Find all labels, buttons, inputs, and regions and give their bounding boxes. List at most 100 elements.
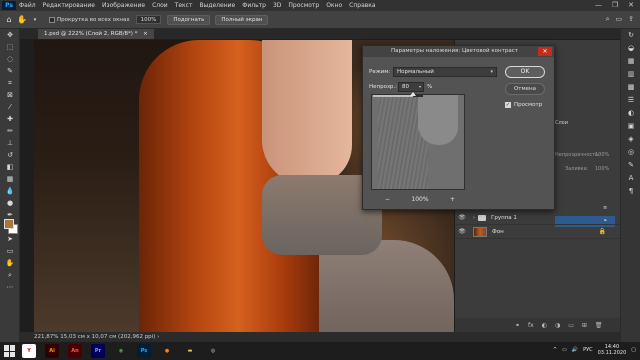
foreground-color-swatch[interactable] [4,219,14,229]
language-indicator[interactable]: РУС [583,347,593,353]
mask-icon[interactable]: ◐ [542,322,547,329]
eraser-tool-icon[interactable]: ◧ [0,161,20,173]
fx-icon[interactable]: fx [528,322,534,329]
menu-help[interactable]: Справка [349,2,375,9]
blend-mode-select[interactable]: Нормальный ▾ [393,67,497,77]
color-icon[interactable]: ◒ [621,42,640,55]
crop-tool-icon[interactable]: ⌗ [0,77,20,89]
healing-brush-tool-icon[interactable]: ✚ [0,113,20,125]
history-icon[interactable]: ↻ [621,29,640,42]
zoom-tool-icon[interactable]: ⌕ [0,269,20,281]
ok-button[interactable]: OK [505,66,545,78]
layer-row-background[interactable]: 👁 Фон 🔒 [455,225,620,239]
libraries-icon[interactable]: ▣ [621,120,640,133]
zoom-input[interactable]: 100% [135,15,162,24]
paths-icon[interactable]: ✎ [621,159,640,172]
frame-tool-icon[interactable]: ⊠ [0,89,20,101]
gradient-tool-icon[interactable]: ▦ [0,173,20,185]
dodge-tool-icon[interactable]: ● [0,197,20,209]
patterns-icon[interactable]: ▩ [621,81,640,94]
minimize-icon[interactable]: — [595,1,602,9]
maximize-icon[interactable]: ❐ [612,1,618,9]
move-tool-icon[interactable]: ✥ [0,29,20,41]
adjustments-icon[interactable]: ◐ [621,107,640,120]
chrome-icon[interactable]: ◉ [114,344,128,358]
firefox-icon[interactable]: ● [160,344,174,358]
eye-icon[interactable]: 👁 [457,214,467,221]
link-layers-icon[interactable]: ⚭ [515,322,520,329]
menu-layers[interactable]: Слои [152,2,168,9]
chevron-down-icon[interactable]: ▾ [30,15,40,25]
marquee-tool-icon[interactable]: ⬚ [0,41,20,53]
animate-icon[interactable]: An [68,344,82,358]
opacity-slider[interactable] [373,92,423,97]
menu-view[interactable]: Просмотр [288,2,319,9]
layer-opacity-value[interactable]: 100% [595,152,609,158]
document-tab[interactable]: 1.psd @ 222% (Слой 2, RGB/8*) * × [38,29,154,39]
new-layer-icon[interactable]: ⊞ [582,322,587,329]
opacity-input[interactable]: 80 ▾ [398,82,424,92]
menu-edit[interactable]: Редактирование [43,2,95,9]
rectangle-tool-icon[interactable]: ▭ [0,245,20,257]
menu-select[interactable]: Выделение [199,2,235,9]
scroll-all-checkbox[interactable] [49,16,55,23]
layers-icon[interactable]: ◈ [621,133,640,146]
fit-screen-button[interactable]: Подогнать [167,14,211,25]
hand-tool-icon[interactable]: ✋ [17,15,27,25]
opacity-slider-thumb[interactable] [410,92,416,96]
trash-icon[interactable]: 🗑 [595,322,603,329]
hand-tool-side-icon[interactable]: ✋ [0,257,20,269]
workspace-icon[interactable]: ▭ [616,15,623,24]
adjustment-icon[interactable]: ◑ [555,322,560,329]
close-tab-icon[interactable]: × [143,31,148,37]
paragraph-icon[interactable]: ¶ [621,185,640,198]
eye-icon[interactable]: 👁 [457,228,467,235]
volume-icon[interactable]: 🔊 [572,347,578,353]
fill-screen-button[interactable]: Полный экран [215,14,269,25]
home-icon[interactable]: ⌂ [4,15,14,25]
more-tools-icon[interactable]: ⋯ [0,281,20,293]
zoom-out-icon[interactable]: − [385,196,390,203]
preview-checkbox-row[interactable]: ✓ Просмотр [505,102,542,108]
menu-image[interactable]: Изображение [102,2,145,9]
tray-chevron-icon[interactable]: ^ [553,347,557,353]
channels-icon[interactable]: ◎ [621,146,640,159]
brush-tool-icon[interactable]: ✏ [0,125,20,137]
gradients-icon[interactable]: ▥ [621,68,640,81]
menu-window[interactable]: Окно [326,2,342,9]
layers-tab[interactable]: Слои [555,120,568,126]
network-icon[interactable]: ▭ [562,347,567,353]
stamp-tool-icon[interactable]: ⊥ [0,137,20,149]
search-icon[interactable]: ⌕ [606,15,610,24]
close-window-icon[interactable]: ✕ [628,1,634,9]
eyedropper-tool-icon[interactable]: ⁄ [0,101,20,113]
zoom-in-icon[interactable]: + [450,196,455,203]
history-brush-tool-icon[interactable]: ↺ [0,149,20,161]
menu-filter[interactable]: Фильтр [242,2,266,9]
chevron-right-icon[interactable]: › [473,215,475,221]
windows-start-icon[interactable] [4,345,16,357]
new-group-icon[interactable]: ▭ [568,322,574,329]
obs-icon[interactable]: ◎ [206,344,220,358]
layer-row-group[interactable]: 👁 › Группа 1 [455,211,620,225]
menu-file[interactable]: Файл [19,2,36,9]
properties-icon[interactable]: ☰ [621,94,640,107]
layer-fill-value[interactable]: 100% [595,166,609,172]
blur-tool-icon[interactable]: 💧 [0,185,20,197]
close-icon[interactable]: ✕ [538,47,552,56]
share-icon[interactable]: ⇪ [628,15,634,24]
notifications-icon[interactable]: ▢ [631,347,636,353]
cancel-button[interactable]: Отмена [505,83,545,95]
character-icon[interactable]: A [621,172,640,185]
menu-3d[interactable]: 3D [273,2,281,9]
path-select-tool-icon[interactable]: ➤ [0,233,20,245]
illustrator-icon[interactable]: Ai [45,344,59,358]
lasso-tool-icon[interactable]: ◌ [0,53,20,65]
premiere-icon[interactable]: Pr [91,344,105,358]
preview-checkbox[interactable]: ✓ [505,102,511,108]
photoshop-taskbar-icon[interactable]: Ps [137,344,151,358]
menu-type[interactable]: Текст [175,2,193,9]
explorer-icon[interactable]: ▬ [183,344,197,358]
yandex-browser-icon[interactable]: Y [22,344,36,358]
quick-select-tool-icon[interactable]: ✎ [0,65,20,77]
